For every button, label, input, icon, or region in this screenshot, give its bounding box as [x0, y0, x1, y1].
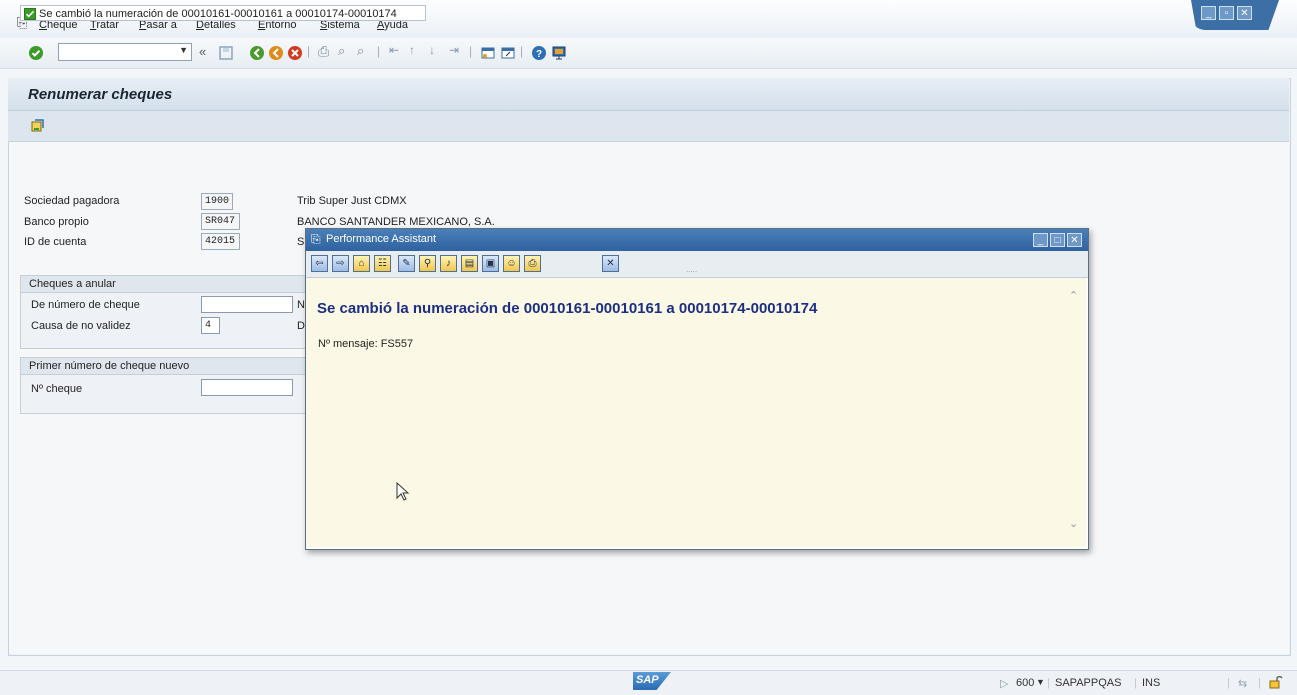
last-page-icon[interactable]: ⇥: [449, 43, 459, 57]
new-session-icon[interactable]: [480, 45, 496, 61]
technical-info-icon[interactable]: ♪: [440, 255, 457, 272]
dialog-body: [306, 278, 1086, 547]
dialog-title: Performance Assistant: [326, 233, 437, 245]
toolbar-separator: |: [307, 44, 311, 58]
status-separator: |: [1134, 677, 1137, 689]
close-icon[interactable]: ✕: [1237, 6, 1252, 20]
toolbar-separator: |: [469, 44, 473, 58]
lock-icon[interactable]: [1267, 673, 1283, 689]
home-icon[interactable]: ⌂: [353, 255, 370, 272]
back-arrow-icon[interactable]: ⇦: [311, 255, 328, 272]
shortcut-icon[interactable]: [500, 45, 516, 61]
structure-icon[interactable]: ☷: [374, 255, 391, 272]
dialog-maximize-icon[interactable]: □: [1050, 233, 1065, 247]
svg-text:?: ?: [536, 49, 542, 60]
user-icon[interactable]: ☺: [503, 255, 520, 272]
banco-description: BANCO SANTANDER MEXICANO, S.A.: [297, 216, 495, 228]
de-numero-input[interactable]: [201, 296, 293, 313]
dialog-menu-icon[interactable]: ⎘: [311, 232, 321, 247]
dialog-toolbar: ⇦ ⇨ ⌂ ☷ ✎ ⚲ ♪ ▤ ▣ ☺ ⎙ ✕ .....: [306, 251, 1088, 278]
success-check-icon: [24, 8, 36, 20]
system-name: SAPAPPQAS: [1055, 677, 1122, 689]
first-page-icon[interactable]: ⇤: [389, 43, 399, 57]
dialog-message: Se cambió la numeración de 00010161-0001…: [317, 300, 818, 317]
scroll-down-icon[interactable]: ⌄: [1069, 517, 1078, 530]
find-next-icon[interactable]: ⌕: [357, 43, 364, 59]
de-numero-label: De número de cheque: [31, 299, 140, 311]
print-icon[interactable]: ⎙: [318, 43, 329, 60]
command-field[interactable]: ▼: [58, 43, 192, 61]
mouse-cursor-icon: [396, 482, 410, 501]
forward-arrow-icon[interactable]: ⇨: [332, 255, 349, 272]
toolbar-separator: |: [377, 44, 381, 58]
book-icon[interactable]: ▤: [461, 255, 478, 272]
window-controls: _ ▫ ✕: [1191, 0, 1279, 30]
cuenta-field[interactable]: 42015: [201, 233, 240, 250]
layout-icon[interactable]: ⇆: [1238, 677, 1247, 690]
sociedad-description: Trib Super Just CDMX: [297, 195, 407, 207]
bookmark-icon[interactable]: ⚲: [419, 255, 436, 272]
status-separator: |: [1047, 677, 1050, 689]
dialog-minimize-icon[interactable]: _: [1033, 233, 1048, 247]
title-bar: [8, 78, 1289, 111]
sociedad-label: Sociedad pagadora: [24, 195, 120, 207]
causa-input[interactable]: 4: [201, 317, 220, 334]
no-cheque-input[interactable]: [201, 379, 293, 396]
save-icon[interactable]: [218, 45, 234, 61]
sociedad-field[interactable]: 1900: [201, 193, 233, 210]
splitter-grip[interactable]: .....: [686, 265, 697, 274]
restore-icon[interactable]: ▫: [1219, 6, 1234, 20]
next-page-icon[interactable]: ↓: [429, 43, 435, 57]
enter-icon[interactable]: [28, 45, 44, 61]
help-icon[interactable]: ?: [531, 45, 547, 61]
print-icon[interactable]: ⎙: [524, 255, 541, 272]
expand-status-icon[interactable]: ▷: [1000, 677, 1008, 690]
causa-trailing-label: D: [297, 320, 305, 332]
scroll-up-icon[interactable]: ⌃: [1069, 289, 1078, 302]
minimize-icon[interactable]: _: [1201, 6, 1216, 20]
client-number: 600: [1016, 677, 1035, 689]
group-title: Cheques a anular: [21, 276, 311, 293]
causa-label: Causa de no validez: [31, 320, 131, 332]
status-message[interactable]: Se cambió la numeración de 00010161-0001…: [20, 5, 426, 21]
find-icon[interactable]: ⌕: [338, 43, 345, 59]
edit-icon[interactable]: ✎: [398, 255, 415, 272]
status-separator: |: [1227, 677, 1230, 689]
back-arrows-icon[interactable]: «: [199, 44, 206, 59]
page-title: Renumerar cheques: [28, 86, 173, 103]
dialog-close-icon[interactable]: ✕: [1067, 233, 1082, 247]
banco-field[interactable]: SR047: [201, 213, 240, 230]
prev-page-icon[interactable]: ↑: [409, 43, 415, 57]
standard-toolbar: ▼ « | ⎙ ⌕ ⌕ | ⇤ ↑ ↓ ⇥ | | ?: [0, 38, 1297, 69]
no-cheque-label: Nº cheque: [31, 383, 83, 395]
cuenta-label: ID de cuenta: [24, 236, 87, 248]
sap-logo: SAP: [633, 672, 671, 690]
dialog-title-bar[interactable]: ⎘ Performance Assistant _ □ ✕: [306, 229, 1088, 251]
input-mode: INS: [1142, 677, 1161, 689]
de-numero-trailing-label: N: [297, 299, 305, 311]
display-icon[interactable]: ▣: [482, 255, 499, 272]
chevron-down-icon[interactable]: ▼: [179, 45, 188, 55]
customize-icon[interactable]: [551, 45, 567, 61]
performance-assistant-dialog: ⎘ Performance Assistant _ □ ✕ ⇦ ⇨ ⌂ ☷ ✎ …: [305, 228, 1089, 550]
execute-icon[interactable]: [31, 119, 45, 133]
message-number: Nº mensaje: FS557: [318, 338, 414, 350]
cuenta-description: S: [297, 236, 305, 248]
toolbar-separator: |: [520, 44, 524, 58]
status-separator: |: [1258, 677, 1261, 689]
exit-icon[interactable]: [268, 45, 284, 61]
banco-label: Banco propio: [24, 216, 89, 228]
group-title: Primer número de cheque nuevo: [21, 358, 311, 375]
status-message-text: Se cambió la numeración de 00010161-0001…: [39, 8, 397, 20]
cancel-icon[interactable]: [287, 45, 303, 61]
application-toolbar: [8, 111, 1289, 142]
client-dropdown-icon[interactable]: ▼: [1036, 677, 1045, 687]
back-icon[interactable]: [249, 45, 265, 61]
dialog-scrollbar[interactable]: ⌃ ⌄: [1068, 289, 1082, 535]
close-icon[interactable]: ✕: [602, 255, 619, 272]
